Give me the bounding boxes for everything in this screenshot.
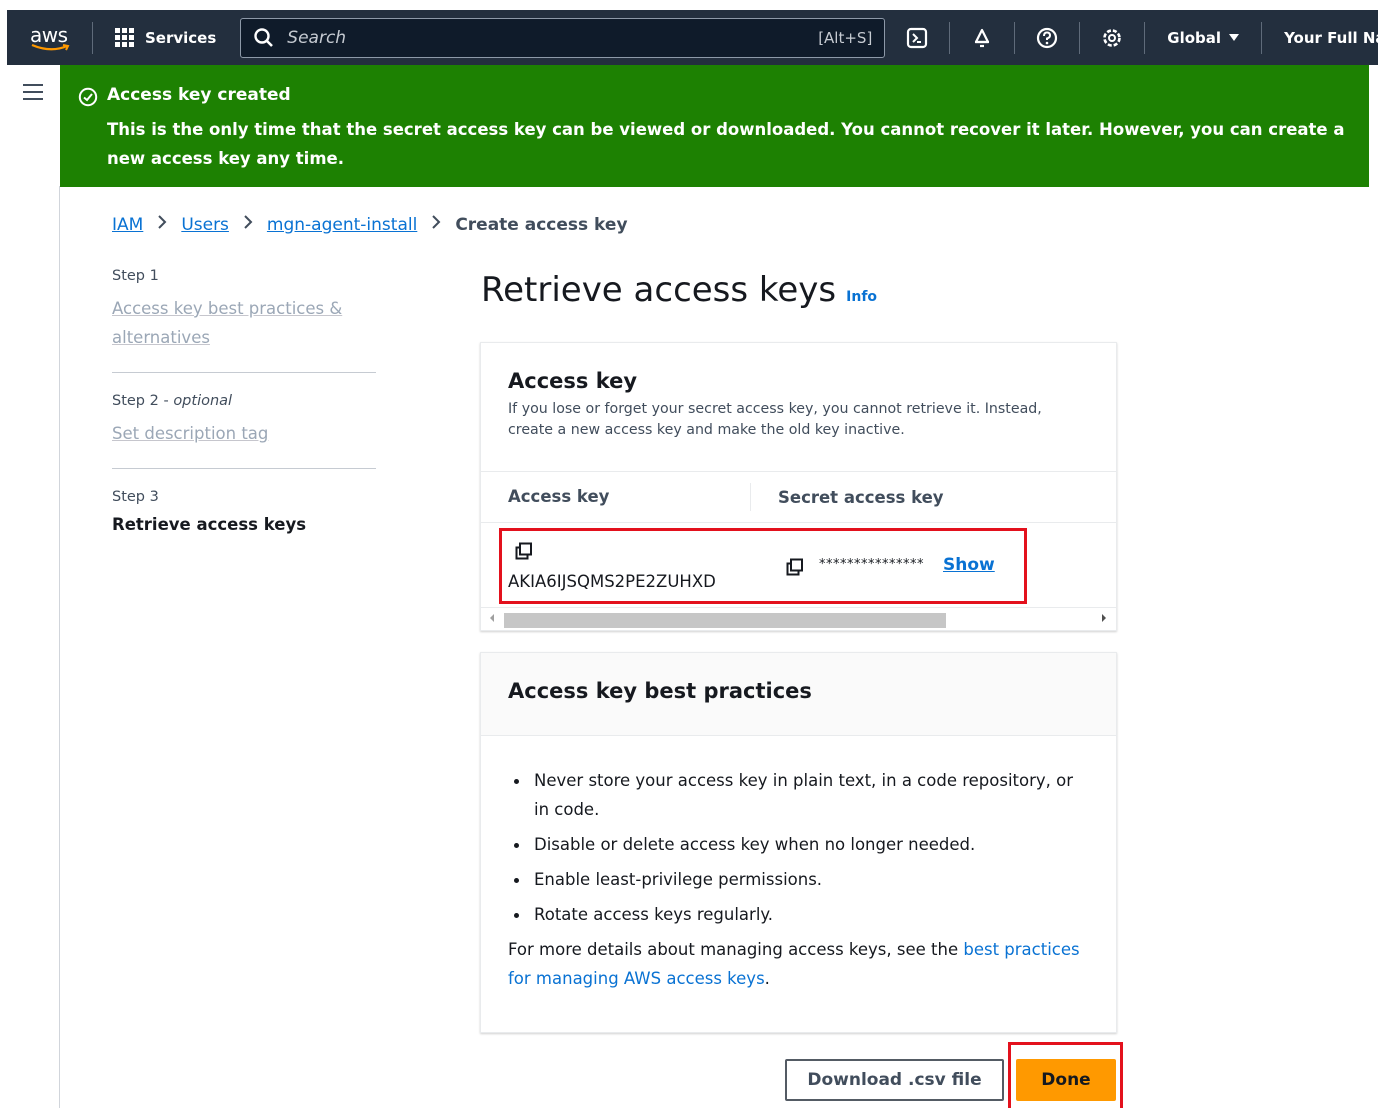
cloudshell-icon xyxy=(907,27,928,48)
chevron-right-icon xyxy=(243,214,253,235)
top-navigation: aws Services Search [Alt+S] Global Your … xyxy=(7,10,1378,65)
aws-logo[interactable]: aws xyxy=(7,10,92,65)
best-practices-title: Access key best practices xyxy=(508,679,812,703)
notifications-button[interactable] xyxy=(950,10,1014,65)
region-label: Global xyxy=(1167,28,1222,47)
step-label: Step 2 - optional xyxy=(112,393,233,409)
page-title: Retrieve access keys xyxy=(481,270,837,310)
list-item: Enable least-privilege permissions. xyxy=(508,865,1089,894)
column-access-key: Access key xyxy=(481,483,751,511)
region-selector[interactable]: Global xyxy=(1145,29,1261,47)
list-item: Rotate access keys regularly. xyxy=(508,900,1089,929)
search-icon xyxy=(254,27,274,47)
breadcrumb: IAM Users mgn-agent-install Create acces… xyxy=(112,214,628,235)
breadcrumb-user[interactable]: mgn-agent-install xyxy=(267,215,417,235)
success-check-icon xyxy=(78,87,98,107)
scrollbar-thumb[interactable] xyxy=(504,613,946,628)
step-3: Step 3 Retrieve access keys xyxy=(112,489,376,554)
account-menu[interactable]: Your Full Name xyxy=(1262,29,1378,47)
best-practices-container: Access key best practices Never store yo… xyxy=(480,652,1117,1033)
cloudshell-button[interactable] xyxy=(885,10,949,65)
services-menu-button[interactable]: Services xyxy=(93,10,238,65)
list-item: Never store your access key in plain tex… xyxy=(508,766,1089,824)
step-divider xyxy=(112,372,376,373)
keys-highlight-box xyxy=(499,528,1027,604)
flash-title: Access key created xyxy=(107,85,291,105)
breadcrumb-users[interactable]: Users xyxy=(181,215,229,235)
step-label: Step 3 xyxy=(112,489,159,505)
horizontal-scrollbar[interactable] xyxy=(481,607,1116,629)
done-highlight-box xyxy=(1008,1042,1123,1108)
flash-message: This is the only time that the secret ac… xyxy=(107,120,1345,168)
column-secret-key: Secret access key xyxy=(778,487,944,507)
services-grid-icon xyxy=(115,27,135,48)
breadcrumb-current: Create access key xyxy=(455,214,628,235)
step-current-title: Retrieve access keys xyxy=(112,515,307,534)
step-label: Step 1 xyxy=(112,268,159,284)
scroll-left-arrow-icon[interactable] xyxy=(490,614,494,622)
info-link[interactable]: Info xyxy=(846,289,877,305)
success-flashbar: Access key created This is the only time… xyxy=(60,65,1369,187)
help-icon xyxy=(1037,27,1058,48)
help-button[interactable] xyxy=(1015,10,1079,65)
step-2: Step 2 - optional Set description tag xyxy=(112,393,376,468)
chevron-right-icon xyxy=(157,214,167,235)
step-1: Step 1 Access key best practices & alter… xyxy=(112,268,376,372)
breadcrumb-iam[interactable]: IAM xyxy=(112,215,143,235)
wizard-steps: Step 1 Access key best practices & alter… xyxy=(112,268,376,554)
aws-smile-icon xyxy=(31,44,70,51)
page-header: Retrieve access keys Info xyxy=(481,270,877,310)
download-csv-button[interactable]: Download .csv file xyxy=(785,1059,1004,1101)
list-item: Disable or delete access key when no lon… xyxy=(508,830,1089,859)
search-input[interactable]: Search [Alt+S] xyxy=(240,17,886,58)
side-rail-divider xyxy=(59,186,60,1108)
step-optional: optional xyxy=(173,393,233,409)
search-shortcut: [Alt+S] xyxy=(818,28,873,47)
services-label: Services xyxy=(145,28,217,47)
access-key-description: If you lose or forget your secret access… xyxy=(508,401,1042,438)
best-practices-footer: For more details about managing access k… xyxy=(508,940,1080,988)
scroll-right-arrow-icon[interactable] xyxy=(1102,614,1106,622)
search-placeholder: Search xyxy=(287,27,347,48)
bell-icon xyxy=(975,28,990,47)
best-practices-list: Never store your access key in plain tex… xyxy=(481,736,1116,929)
hamburger-menu-icon[interactable] xyxy=(23,84,43,100)
best-practices-header: Access key best practices xyxy=(481,653,1116,736)
step-link-description-tag[interactable]: Set description tag xyxy=(112,419,376,448)
gear-icon xyxy=(1103,28,1122,47)
access-key-title: Access key xyxy=(508,369,638,393)
step-link-best-practices[interactable]: Access key best practices & alternatives xyxy=(112,294,376,352)
table-header: Access key Secret access key xyxy=(481,471,1116,523)
access-key-header: Access key If you lose or forget your se… xyxy=(481,343,1116,441)
caret-down-icon xyxy=(1229,33,1240,41)
step-divider xyxy=(112,468,376,469)
chevron-right-icon xyxy=(431,214,441,235)
settings-button[interactable] xyxy=(1080,10,1144,65)
